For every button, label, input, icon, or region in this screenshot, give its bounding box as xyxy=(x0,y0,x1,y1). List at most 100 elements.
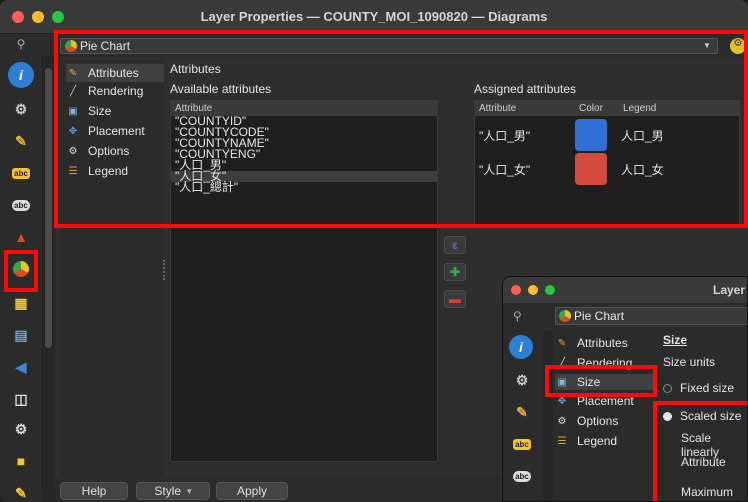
attributes-form-icon[interactable]: ▤ xyxy=(8,322,34,348)
labels-icon[interactable]: abc xyxy=(509,431,535,457)
nav-item-legend[interactable]: ☰ Legend xyxy=(555,433,653,449)
add-attribute-button[interactable]: ✚ xyxy=(444,263,466,281)
search-icon[interactable]: ⚲ xyxy=(0,34,42,54)
source-tools-icon[interactable]: ⚙ xyxy=(8,96,34,122)
size-heading: Size xyxy=(663,333,688,347)
nav-item-attributes[interactable]: ✎ Attributes xyxy=(66,64,164,82)
property-section-bar: i ⚙ ✎ abc abc ▲ ▦ ▤ ◀ ◫ ⚙ ■ ✎ xyxy=(0,56,42,502)
help-label: Help xyxy=(81,484,107,498)
fixed-size-radio[interactable] xyxy=(663,384,672,394)
symbology-icon[interactable]: ✎ xyxy=(509,399,535,425)
nav-item-label: Legend xyxy=(88,164,129,178)
symbology-icon[interactable]: ✎ xyxy=(8,128,34,154)
nav-item-rendering[interactable]: ╱ Rendering xyxy=(66,82,164,100)
masks-icon[interactable]: abc xyxy=(509,463,535,489)
diagram-type-dropdown[interactable]: Pie Chart ▼ xyxy=(60,38,718,54)
legend-text[interactable]: 人口_女 xyxy=(621,161,664,178)
subwindow-title-bar: Layer P xyxy=(503,277,747,303)
style-button[interactable]: Style ▾ xyxy=(136,482,210,500)
nav-item-label: Attributes xyxy=(88,66,139,80)
nav-item-placement[interactable]: ✥ Placement xyxy=(66,122,164,140)
style-label: Style xyxy=(154,484,182,498)
legend-icon: ☰ xyxy=(68,165,78,177)
information-icon[interactable]: i xyxy=(8,62,34,88)
close-window-button[interactable] xyxy=(12,11,24,23)
subwindow-controls xyxy=(511,285,555,295)
nav-item-label: Placement xyxy=(577,394,634,408)
3d-view-icon[interactable]: ▲ xyxy=(8,224,34,250)
fixed-size-option[interactable]: Fixed size xyxy=(663,381,734,395)
color-swatch[interactable] xyxy=(575,119,607,151)
placement-icon: ✥ xyxy=(68,125,78,137)
zoom-window-button[interactable] xyxy=(545,285,555,295)
style-settings-icon[interactable]: ⚙ xyxy=(730,38,746,54)
placement-icon: ✥ xyxy=(557,395,567,407)
information-icon[interactable]: i xyxy=(509,335,533,359)
nav-item-label: Attributes xyxy=(577,336,628,350)
rendering-icon: ╱ xyxy=(69,85,77,97)
apply-button[interactable]: Apply xyxy=(216,482,288,500)
panel-splitter[interactable] xyxy=(163,260,165,280)
apply-label: Apply xyxy=(236,484,268,498)
title-bar: Layer Properties — COUNTY_MOI_1090820 — … xyxy=(0,0,748,34)
diagram-settings-nav: ✎ Attributes ╱ Rendering ▣ Size ✥ Placem… xyxy=(60,60,164,476)
options-icon: ⚙ xyxy=(557,415,567,427)
remove-attribute-button[interactable]: ▬ xyxy=(444,290,466,308)
diagrams-icon[interactable] xyxy=(8,256,34,282)
window-controls xyxy=(12,11,64,23)
available-attributes-list[interactable]: Attribute "COUNTYID" "COUNTYCODE" "COUNTYN… xyxy=(170,100,438,462)
assigned-header: Attribute Color Legend xyxy=(475,101,739,116)
table-row[interactable]: "人口_女" 人口_女 xyxy=(475,152,739,186)
rendering-tools-icon[interactable]: ✎ xyxy=(8,480,34,502)
source-tools-icon[interactable]: ⚙ xyxy=(509,367,535,393)
color-swatch[interactable] xyxy=(575,153,607,185)
attributes-icon: ✎ xyxy=(68,67,78,79)
legend-text[interactable]: 人口_男 xyxy=(621,127,664,144)
close-window-button[interactable] xyxy=(511,285,521,295)
nav-item-size[interactable]: ▣ Size xyxy=(555,374,653,390)
rendering-icon: ╱ xyxy=(558,357,566,369)
column-color: Color xyxy=(579,103,603,114)
attribute-transfer-buttons: ε ✚ ▬ xyxy=(444,236,466,317)
scaled-size-option[interactable]: Scaled size xyxy=(663,409,741,423)
nav-item-label: Rendering xyxy=(88,84,144,98)
auxiliary-storage-icon[interactable]: ◫ xyxy=(8,386,34,412)
minimize-window-button[interactable] xyxy=(32,11,44,23)
zoom-window-button[interactable] xyxy=(52,11,64,23)
scroll-thumb[interactable] xyxy=(45,68,52,348)
diagram-type-dropdown[interactable]: Pie Chart xyxy=(555,307,747,325)
nav-item-options[interactable]: ⚙ Options xyxy=(66,142,164,160)
minimize-window-button[interactable] xyxy=(528,285,538,295)
nav-item-label: Size xyxy=(88,104,112,118)
help-button[interactable]: Help xyxy=(60,482,128,500)
nav-item-label: Rendering xyxy=(577,356,633,370)
labels-icon[interactable]: abc xyxy=(8,160,34,186)
maximum-value-label: Maximum va xyxy=(681,485,734,501)
actions-icon[interactable]: ⚙ xyxy=(8,416,34,442)
assigned-attributes-table[interactable]: Attribute Color Legend "人口_男" 人口_男 "人口_女… xyxy=(474,100,740,226)
scaled-size-radio[interactable] xyxy=(663,412,672,422)
icon-bar-scrollbar[interactable] xyxy=(42,56,54,502)
nav-item-label: Placement xyxy=(88,124,145,138)
nav-item-attributes[interactable]: ✎ Attributes xyxy=(555,335,653,351)
window-title: Layer Properties — COUNTY_MOI_1090820 — … xyxy=(200,9,548,24)
masks-icon[interactable]: abc xyxy=(8,192,34,218)
search-icon[interactable]: ⚲ xyxy=(513,309,522,323)
nav-item-placement[interactable]: ✥ Placement xyxy=(555,393,653,409)
fields-icon[interactable]: ▦ xyxy=(8,290,34,316)
display-icon[interactable]: ■ xyxy=(8,448,34,474)
chevron-down-icon: ▼ xyxy=(703,41,711,50)
table-row[interactable]: "人口_男" 人口_男 xyxy=(475,118,739,152)
nav-item-options[interactable]: ⚙ Options xyxy=(555,413,653,429)
nav-item-size[interactable]: ▣ Size xyxy=(66,102,164,120)
subwindow-scrollbar[interactable] xyxy=(543,331,553,501)
nav-item-rendering[interactable]: ╱ Rendering xyxy=(555,355,653,371)
3d-view-icon[interactable]: ▲ xyxy=(509,491,535,501)
assigned-attributes-heading: Assigned attributes xyxy=(474,82,577,96)
column-legend: Legend xyxy=(623,103,657,114)
expression-button[interactable]: ε xyxy=(444,236,466,254)
pie-chart-icon xyxy=(65,40,77,52)
list-item[interactable]: "人口_總計" xyxy=(171,181,437,193)
joins-icon[interactable]: ◀ xyxy=(8,354,34,380)
nav-item-legend[interactable]: ☰ Legend xyxy=(66,162,164,180)
